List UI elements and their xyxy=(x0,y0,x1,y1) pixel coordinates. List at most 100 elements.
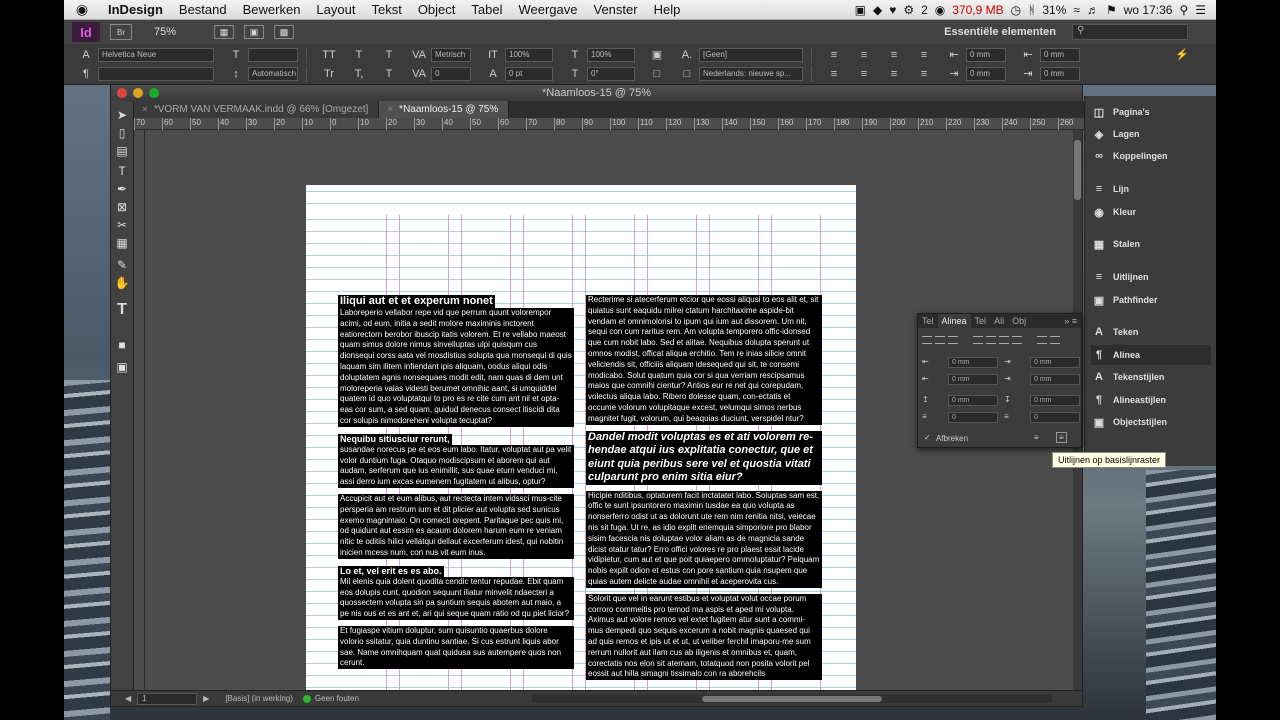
minimize-window-button[interactable] xyxy=(133,88,143,98)
hand-tool-icon[interactable]: ✋ xyxy=(113,275,131,292)
zoom-dropdown[interactable]: 75% xyxy=(154,26,204,38)
close-window-button[interactable] xyxy=(117,88,127,98)
dock-item-pathfinder[interactable]: ▣ Pathfinder xyxy=(1091,290,1211,310)
left-indent-field[interactable]: 0 mm xyxy=(948,357,998,368)
drop-cap-chars-field[interactable]: 0 xyxy=(1030,412,1080,423)
first-line-indent-field[interactable]: 0 mm xyxy=(948,374,998,385)
lightning-icon[interactable]: ⚡ xyxy=(1174,48,1190,61)
dock-item-alineastijlen[interactable]: ¶ Alineastijlen xyxy=(1091,390,1211,410)
baseline-shift-field[interactable]: 0 pt xyxy=(505,66,553,81)
clock-readout[interactable]: wo 17:36 xyxy=(1124,3,1173,17)
type-tool-icon[interactable]: T xyxy=(113,163,131,180)
language-field[interactable]: Nederlands: nieuwe sp... xyxy=(699,66,803,81)
horizontal-scrollbar[interactable] xyxy=(532,694,1052,703)
dock-item-alinea[interactable]: ¶ Alinea xyxy=(1091,345,1211,365)
tracking-field[interactable]: 0 xyxy=(431,66,471,81)
justify-right-icon[interactable] xyxy=(999,336,1009,344)
right-indent-field[interactable]: 0 mm xyxy=(1030,357,1080,368)
small-caps-icon[interactable]: Tr xyxy=(321,68,337,80)
dock-item-stalen[interactable]: ▦ Stalen xyxy=(1091,234,1211,254)
dock-item-koppelingen[interactable]: ∞ Koppelingen xyxy=(1091,146,1211,166)
notification-badge[interactable]: 2 xyxy=(921,3,928,17)
horizontal-scroll-thumb[interactable] xyxy=(702,695,882,702)
tab-tel[interactable]: Tel xyxy=(918,314,938,328)
justify-all-icon[interactable]: ≡ xyxy=(916,68,932,80)
vertical-scale-field[interactable]: 100% xyxy=(505,47,553,62)
justify-center-icon[interactable] xyxy=(986,336,996,344)
content-collector-icon[interactable]: ▤ xyxy=(113,143,131,160)
tab-naamloos-15[interactable]: × *Naamloos-15 @ 75% xyxy=(379,101,510,118)
tab-ali[interactable]: Ali xyxy=(990,314,1008,328)
justify-center-icon[interactable]: ≡ xyxy=(856,68,872,80)
left-indent-field[interactable]: 0 mm xyxy=(966,47,1006,62)
dock-item-objectstijlen[interactable]: ▣ Objectstijlen xyxy=(1091,412,1211,432)
character-mode-icon[interactable]: A xyxy=(78,49,94,61)
preview-mode-icon[interactable]: ▣ xyxy=(113,359,131,376)
away-spine-icon[interactable] xyxy=(1050,336,1060,344)
align-left-icon[interactable]: ≡ xyxy=(826,49,842,61)
bell-icon[interactable]: ♥ xyxy=(889,3,896,17)
dock-item-lagen[interactable]: ◈ Lagen xyxy=(1091,124,1211,144)
font-family-field[interactable]: Helvetica Neue xyxy=(98,47,214,62)
close-tab-icon[interactable]: × xyxy=(142,104,148,115)
font-style-field[interactable] xyxy=(98,66,214,81)
toward-spine-icon[interactable] xyxy=(1037,336,1047,344)
align-center-icon[interactable]: ≡ xyxy=(856,49,872,61)
apply-color-icon[interactable]: ■ xyxy=(113,337,131,354)
close-tab-icon[interactable]: × xyxy=(387,104,393,115)
align-left-icon[interactable] xyxy=(922,336,932,344)
page-nav-first-icon[interactable]: ◀ xyxy=(125,694,131,703)
justify-right-icon[interactable]: ≡ xyxy=(886,68,902,80)
battery-percent[interactable]: 31% xyxy=(1042,3,1066,17)
menu-object[interactable]: Object xyxy=(410,2,464,17)
camera-icon[interactable]: ▣ xyxy=(855,3,866,17)
rectangle-frame-tool-icon[interactable]: ⊠ xyxy=(113,199,131,216)
paragraph-mode-icon[interactable]: ¶ xyxy=(78,68,94,80)
dock-item-pagina-s[interactable]: ◫ Pagina's xyxy=(1091,102,1211,122)
page-tool-icon[interactable]: ▯ xyxy=(113,125,131,142)
leading-field[interactable]: Automatisch xyxy=(248,66,298,81)
strikethrough-icon[interactable]: T xyxy=(381,68,397,80)
space-before-field[interactable]: 0 mm xyxy=(948,395,998,406)
align-center-icon[interactable] xyxy=(935,336,945,344)
menu-venster[interactable]: Venster xyxy=(585,2,645,17)
right-indent-field[interactable]: 0 mm xyxy=(966,66,1006,81)
dock-item-lijn[interactable]: ≡ Lijn xyxy=(1091,179,1211,199)
tab-obj[interactable]: Obj xyxy=(1008,314,1030,328)
document-page[interactable]: Iliqui aut et et experum nonet Laboreper… xyxy=(306,185,856,690)
zoom-window-button[interactable] xyxy=(149,88,159,98)
flag-icon[interactable]: ⚑ xyxy=(1106,3,1117,17)
vertical-scroll-thumb[interactable] xyxy=(1074,140,1081,200)
preflight-status[interactable]: Geen fouten xyxy=(315,694,359,703)
tab-tel-2[interactable]: Tel xyxy=(971,314,991,328)
menu-bewerken[interactable]: Bewerken xyxy=(235,2,309,17)
hyphenate-checkbox[interactable]: ✓ xyxy=(924,433,931,442)
character-style-field[interactable]: [Geen] xyxy=(699,47,803,62)
align-right-icon[interactable] xyxy=(948,336,958,344)
right-text-frame[interactable]: Recterime si atecerferum etcior que eoss… xyxy=(586,295,822,686)
spotlight-icon[interactable]: ⚲ xyxy=(1179,3,1188,17)
tab-vorm-van-vermaak[interactable]: × *VORM VAN VERMAAK.indd @ 66% [Omgezet] xyxy=(134,101,380,118)
horizontal-scale-field[interactable]: 100% xyxy=(587,47,635,62)
justify-all-icon[interactable] xyxy=(1012,336,1022,344)
volume-icon[interactable]: ♬ xyxy=(1087,3,1099,17)
drop-cap-lines-field[interactable]: 0 xyxy=(948,412,998,423)
all-caps-icon[interactable]: TT xyxy=(321,49,337,61)
justify-left-icon[interactable]: ≡ xyxy=(826,68,842,80)
bluetooth-icon[interactable]: ᚻ xyxy=(1028,3,1035,17)
apple-icon[interactable]: ◉ xyxy=(64,1,100,18)
menu-tekst[interactable]: Tekst xyxy=(363,2,409,17)
memory-readout[interactable]: 370,9 MB xyxy=(952,3,1003,17)
menu-tabel[interactable]: Tabel xyxy=(463,2,510,17)
dock-item-tekenstijlen[interactable]: A Tekenstijlen xyxy=(1091,367,1211,387)
gear-icon[interactable]: ⚙ xyxy=(903,3,914,17)
first-line-indent-field[interactable]: 0 mm xyxy=(1040,47,1080,62)
preflight-style[interactable]: [Basis] (in werking) xyxy=(225,694,293,703)
dropbox-icon[interactable]: ◆ xyxy=(873,3,882,17)
font-size-field[interactable] xyxy=(248,47,298,62)
wifi-icon[interactable]: ≈ xyxy=(1073,3,1080,17)
dock-item-uitlijnen[interactable]: ≡ Uitlijnen xyxy=(1091,267,1211,287)
bridge-button[interactable]: Br xyxy=(110,24,132,40)
justify-icon[interactable]: ≡ xyxy=(916,49,932,61)
superscript-icon[interactable]: T xyxy=(351,49,367,61)
